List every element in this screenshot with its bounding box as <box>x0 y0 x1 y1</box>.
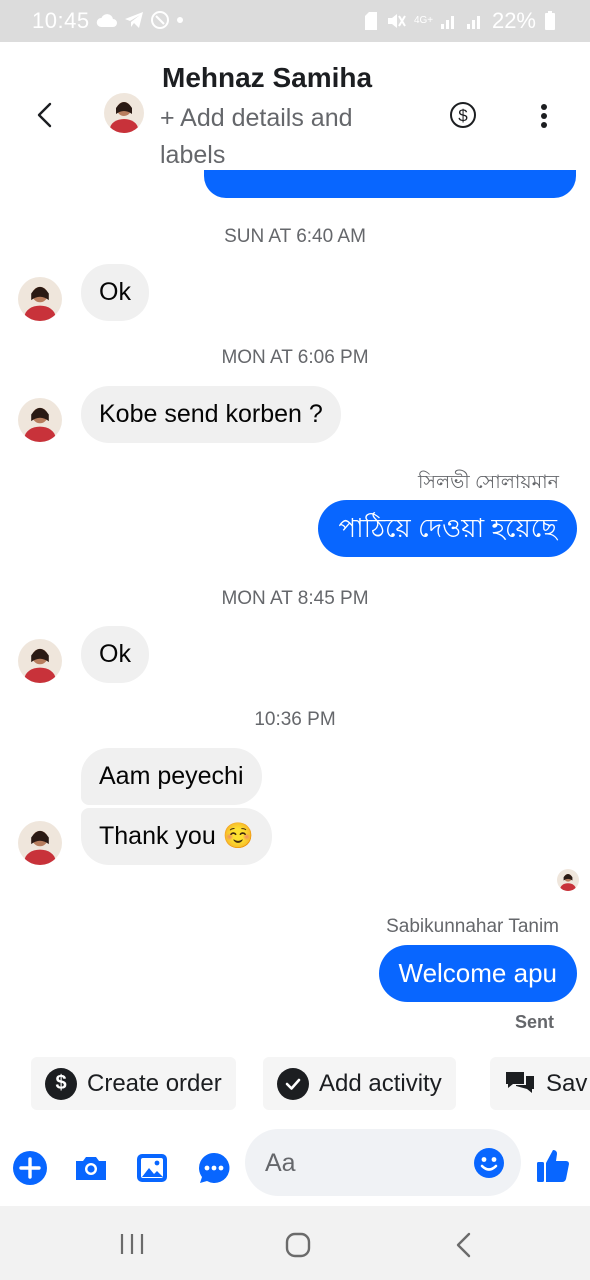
incoming-message[interactable]: Ok <box>81 626 149 683</box>
create-order-button[interactable]: $ Create order <box>31 1057 236 1110</box>
message-input[interactable] <box>263 1129 467 1198</box>
gallery-icon[interactable] <box>134 1150 170 1186</box>
network-type: 4G+ <box>413 15 434 26</box>
signal-icon <box>466 16 480 29</box>
back-icon[interactable] <box>454 1232 472 1258</box>
read-receipt-avatar <box>557 869 579 891</box>
conversation-header: Mehnaz Samiha + Add details and labels $ <box>0 42 590 182</box>
incoming-message[interactable]: Kobe send korben ? <box>81 386 341 443</box>
timestamp: MON AT 6:06 PM <box>221 347 369 368</box>
chip-label: Create order <box>87 1069 222 1097</box>
avatar[interactable] <box>18 821 62 865</box>
check-circle-icon <box>277 1067 309 1100</box>
dollar-circle-icon: $ <box>45 1067 77 1100</box>
saved-replies-button[interactable]: Sav <box>490 1057 590 1110</box>
add-details-link[interactable]: + Add details and labels <box>160 100 410 174</box>
more-vertical-icon[interactable] <box>533 102 555 132</box>
telegram-icon <box>125 12 143 28</box>
outgoing-message[interactable]: পাঠিয়ে দেওয়া হয়েছে <box>318 500 577 557</box>
message-status: Sent <box>514 1012 554 1032</box>
dollar-circle-icon[interactable]: $ <box>449 101 477 129</box>
avatar[interactable] <box>18 398 62 442</box>
system-navigation-bar <box>0 1206 590 1280</box>
chip-label: Add activity <box>319 1069 442 1097</box>
recent-apps-icon[interactable] <box>118 1233 146 1255</box>
home-icon[interactable] <box>285 1232 311 1258</box>
sim-icon <box>364 12 377 30</box>
cloud-icon <box>96 14 117 27</box>
message-composer <box>245 1129 521 1198</box>
page-title[interactable]: Mehnaz Samiha <box>162 62 372 94</box>
more-options-icon[interactable] <box>196 1150 232 1186</box>
mute-icon <box>387 14 406 28</box>
camera-icon[interactable] <box>73 1150 109 1186</box>
plus-icon[interactable] <box>12 1150 48 1186</box>
signal-icon <box>440 16 454 29</box>
sender-name: সিলভী সোলায়মান <box>417 472 559 493</box>
status-time: 10:45 <box>32 8 90 33</box>
emoji-icon[interactable] <box>473 1147 505 1179</box>
battery-icon <box>545 11 555 30</box>
timestamp: MON AT 8:45 PM <box>221 588 369 609</box>
thumbs-up-icon[interactable] <box>535 1146 571 1184</box>
outgoing-message[interactable]: Welcome apu <box>378 945 577 1002</box>
clock-icon <box>151 11 169 29</box>
outgoing-bubble-partial <box>204 170 576 198</box>
timestamp: 10:36 PM <box>254 709 336 730</box>
svg-text:$: $ <box>458 106 468 125</box>
chat-bubbles-icon <box>506 1071 534 1093</box>
dot-icon <box>177 17 183 23</box>
avatar[interactable] <box>104 93 144 133</box>
incoming-message[interactable]: Thank you ☺️ <box>81 808 272 865</box>
chip-label: Sav <box>546 1069 588 1097</box>
timestamp: SUN AT 6:40 AM <box>224 226 366 247</box>
battery-percent: 22% <box>491 8 536 33</box>
back-arrow-icon[interactable] <box>30 100 60 130</box>
avatar[interactable] <box>18 639 62 683</box>
incoming-message[interactable]: Ok <box>81 264 149 321</box>
add-activity-button[interactable]: Add activity <box>263 1057 456 1110</box>
incoming-message[interactable]: Aam peyechi <box>81 748 262 805</box>
status-bar: 10:45 4G+ 22% <box>0 0 590 42</box>
avatar[interactable] <box>18 277 62 321</box>
sender-name: Sabikunnahar Tanim <box>386 916 559 937</box>
